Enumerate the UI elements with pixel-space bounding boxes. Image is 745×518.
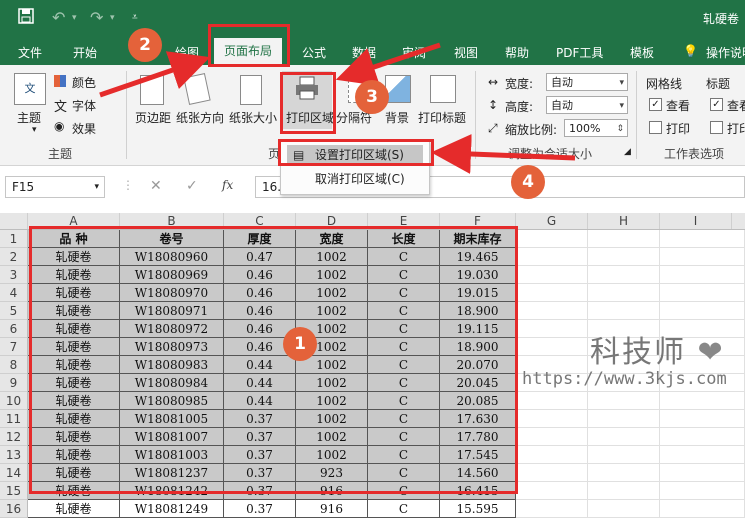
watermark-url: https://www.3kjs.com <box>522 369 727 389</box>
arrow-to-print-area <box>335 42 441 87</box>
arrow-to-tab <box>99 51 211 98</box>
step-badge-3: 3 <box>355 80 389 114</box>
watermark-name: 科技师 <box>590 335 686 370</box>
arrow-to-set-print-area <box>431 133 576 174</box>
step-badge-1: 1 <box>283 327 317 361</box>
step-badge-2: 2 <box>128 28 162 62</box>
watermark-logo: 科技师 ❤ <box>590 327 725 371</box>
step-badge-4: 4 <box>511 165 545 199</box>
heart-icon: ❤ <box>697 335 725 370</box>
annotation-arrows <box>99 42 576 174</box>
